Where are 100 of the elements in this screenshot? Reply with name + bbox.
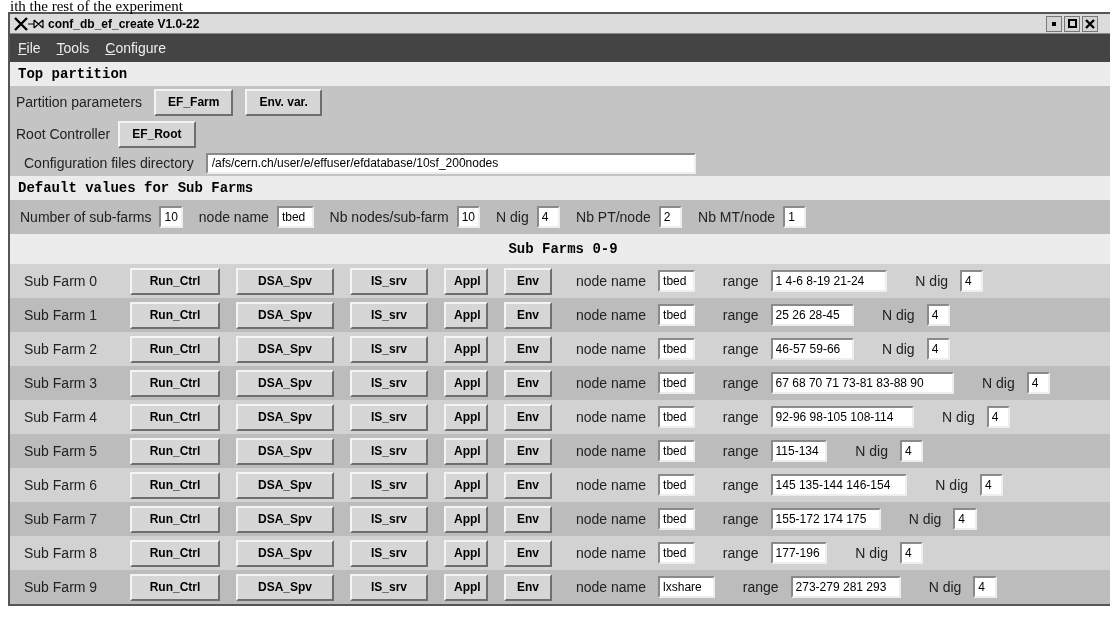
range-field[interactable]: 273-279 281 293 [790, 576, 901, 598]
field-label: Number of sub-farms [20, 207, 152, 227]
push-button[interactable]: Run_Ctrl [130, 301, 220, 329]
range-field[interactable]: 145 135-144 146-154 [770, 474, 908, 496]
push-button[interactable]: IS_srv [350, 539, 428, 567]
digits-field[interactable]: 4 [980, 474, 1004, 496]
node-name-field[interactable]: tbed [658, 270, 695, 292]
push-button[interactable]: Appl [444, 403, 488, 431]
node-name-field[interactable]: tbed [658, 440, 695, 462]
push-button[interactable]: DSA_Spv [236, 573, 334, 601]
node-name-field[interactable]: tbed [658, 474, 695, 496]
digits-field[interactable]: 4 [926, 304, 950, 326]
value-field[interactable]: 10 [159, 206, 183, 228]
push-button[interactable]: IS_srv [350, 267, 428, 295]
range-field[interactable]: 67 68 70 71 73-81 83-88 90 [770, 372, 955, 394]
digits-field[interactable]: 4 [953, 508, 977, 530]
push-button[interactable]: DSA_Spv [236, 335, 334, 363]
push-button[interactable]: Env [504, 573, 552, 601]
push-button[interactable]: Appl [444, 539, 488, 567]
push-button[interactable]: DSA_Spv [236, 437, 334, 465]
push-button[interactable]: Env. var. [245, 88, 322, 116]
push-button[interactable]: Env [504, 539, 552, 567]
push-button[interactable]: Appl [444, 471, 488, 499]
push-button[interactable]: Appl [444, 301, 488, 329]
digits-field[interactable]: 4 [960, 270, 984, 292]
push-button[interactable]: Run_Ctrl [130, 573, 220, 601]
digits-field[interactable]: 4 [1026, 372, 1051, 394]
menu-item[interactable]: Tools [56, 37, 90, 59]
maximize-button[interactable] [1064, 15, 1080, 32]
push-button[interactable]: IS_srv [350, 505, 428, 533]
push-button[interactable]: Appl [444, 437, 488, 465]
push-button[interactable]: DSA_Spv [236, 267, 334, 295]
push-button[interactable]: EF_Farm [154, 88, 234, 116]
node-name-field[interactable]: tbed [658, 338, 695, 360]
push-button[interactable]: IS_srv [350, 369, 428, 397]
push-button[interactable]: Env [504, 335, 552, 363]
push-button[interactable]: DSA_Spv [236, 403, 334, 431]
push-button[interactable]: Run_Ctrl [130, 403, 220, 431]
push-button[interactable]: IS_srv [350, 437, 428, 465]
node-name-field[interactable]: tbed [658, 542, 695, 564]
push-button[interactable]: IS_srv [350, 471, 428, 499]
push-button[interactable]: DSA_Spv [236, 369, 334, 397]
value-field[interactable]: tbed [276, 206, 314, 228]
push-button[interactable]: EF_Root [118, 120, 196, 148]
push-button[interactable]: IS_srv [350, 335, 428, 363]
push-button[interactable]: DSA_Spv [236, 471, 334, 499]
push-button[interactable]: Appl [444, 573, 488, 601]
push-button[interactable]: Run_Ctrl [130, 369, 220, 397]
push-button[interactable]: Run_Ctrl [130, 267, 220, 295]
push-button[interactable]: Env [504, 471, 552, 499]
push-button[interactable]: Run_Ctrl [130, 539, 220, 567]
node-name-field[interactable]: tbed [658, 406, 695, 428]
digits-field[interactable]: 4 [973, 576, 997, 598]
value-field[interactable]: 4 [536, 206, 560, 228]
push-button[interactable]: Appl [444, 335, 488, 363]
range-field[interactable]: 155-172 174 175 [770, 508, 881, 530]
close-button[interactable] [1082, 15, 1098, 32]
range-field[interactable]: 92-96 98-105 108-114 [770, 406, 915, 428]
row-label: Sub Farm 7 [24, 511, 98, 527]
push-button[interactable]: Run_Ctrl [130, 505, 220, 533]
range-field[interactable]: 115-134 [770, 440, 828, 462]
menu-item[interactable]: File [18, 37, 41, 59]
push-button[interactable]: Env [504, 437, 552, 465]
push-button[interactable]: IS_srv [350, 301, 428, 329]
push-button[interactable]: IS_srv [350, 573, 428, 601]
value-field[interactable]: 1 [783, 206, 807, 228]
node-name-field[interactable]: lxshare [658, 576, 715, 598]
push-button[interactable]: Env [504, 369, 552, 397]
digits-field[interactable]: 4 [986, 406, 1011, 428]
push-button[interactable]: Appl [444, 505, 488, 533]
push-button[interactable]: IS_srv [350, 403, 428, 431]
field-label: range [722, 407, 759, 427]
push-button[interactable]: Env [504, 403, 552, 431]
digits-field[interactable]: 4 [899, 542, 924, 564]
range-field[interactable]: 25 26 28-45 [770, 304, 854, 326]
push-button[interactable]: Appl [444, 267, 488, 295]
digits-field[interactable]: 4 [926, 338, 950, 360]
push-button[interactable]: Run_Ctrl [130, 335, 220, 363]
directory-field[interactable]: /afs/cern.ch/user/e/effuser/efdatabase/10sf_200nodes [205, 152, 696, 174]
value-field[interactable]: 10 [456, 206, 480, 228]
value-field[interactable]: 2 [658, 206, 683, 228]
range-field[interactable]: 1 4-6 8-19 21-24 [770, 270, 888, 292]
push-button[interactable]: DSA_Spv [236, 539, 334, 567]
push-button[interactable]: Env [504, 267, 552, 295]
digits-field[interactable]: 4 [899, 440, 924, 462]
node-name-field[interactable]: tbed [658, 508, 695, 530]
push-button[interactable]: Run_Ctrl [130, 471, 220, 499]
push-button[interactable]: Env [504, 301, 552, 329]
push-button[interactable]: Appl [444, 369, 488, 397]
push-button[interactable]: Env [504, 505, 552, 533]
push-button[interactable]: DSA_Spv [236, 301, 334, 329]
range-field[interactable]: 46-57 59-66 [770, 338, 854, 360]
minimize-button[interactable] [1046, 15, 1062, 32]
push-button[interactable]: Run_Ctrl [130, 437, 220, 465]
node-name-field[interactable]: tbed [658, 372, 695, 394]
field-label: node name [576, 543, 647, 563]
node-name-field[interactable]: tbed [658, 304, 695, 326]
menu-item[interactable]: Configure [105, 37, 166, 59]
range-field[interactable]: 177-196 [770, 542, 828, 564]
push-button[interactable]: DSA_Spv [236, 505, 334, 533]
